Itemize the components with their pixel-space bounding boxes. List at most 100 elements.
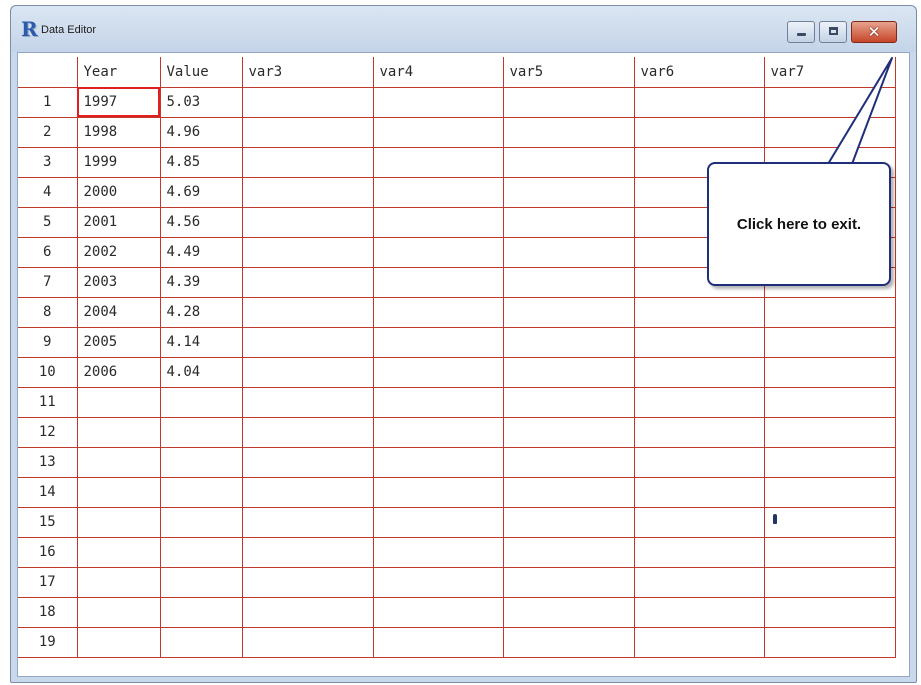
row-number[interactable]: 3: [18, 146, 78, 178]
grid-cell[interactable]: [763, 176, 896, 208]
grid-cell[interactable]: [76, 416, 161, 448]
grid-cell[interactable]: [241, 176, 374, 208]
grid-cell[interactable]: [372, 566, 504, 598]
grid-cell[interactable]: [502, 506, 635, 538]
grid-cell[interactable]: 4.14: [159, 326, 243, 358]
grid-cell[interactable]: [241, 506, 374, 538]
maximize-button[interactable]: [819, 21, 847, 43]
grid-cell[interactable]: [372, 506, 504, 538]
grid-cell[interactable]: [763, 356, 896, 388]
grid-cell[interactable]: [241, 416, 374, 448]
column-header[interactable]: var4: [373, 57, 504, 88]
grid-cell[interactable]: [502, 566, 635, 598]
grid-cell[interactable]: [763, 596, 896, 628]
grid-cell[interactable]: 4.04: [159, 356, 243, 388]
grid-cell[interactable]: [633, 476, 765, 508]
row-number[interactable]: 15: [18, 506, 78, 538]
row-number[interactable]: 1: [18, 86, 78, 118]
grid-cell[interactable]: [159, 386, 243, 418]
grid-cell[interactable]: 4.39: [159, 266, 243, 298]
column-header[interactable]: Value: [160, 57, 243, 88]
grid-cell[interactable]: [76, 566, 161, 598]
grid-cell[interactable]: [633, 356, 765, 388]
row-number[interactable]: 7: [18, 266, 78, 298]
row-number[interactable]: 2: [18, 116, 78, 148]
grid-cell[interactable]: 1997: [76, 86, 161, 118]
grid-cell[interactable]: 4.28: [159, 296, 243, 328]
grid-cell[interactable]: [372, 116, 504, 148]
grid-cell[interactable]: 4.49: [159, 236, 243, 268]
grid-cell[interactable]: [241, 266, 374, 298]
grid-cell[interactable]: [241, 446, 374, 478]
grid-cell[interactable]: 2003: [76, 266, 161, 298]
grid-cell[interactable]: [633, 416, 765, 448]
grid-cell[interactable]: [502, 386, 635, 418]
grid-cell[interactable]: 4.96: [159, 116, 243, 148]
grid-cell[interactable]: [633, 566, 765, 598]
grid-cell[interactable]: [633, 146, 765, 178]
grid-cell[interactable]: [241, 356, 374, 388]
row-number[interactable]: 11: [18, 386, 78, 418]
grid-cell[interactable]: [241, 566, 374, 598]
grid-cell[interactable]: [502, 536, 635, 568]
grid-cell[interactable]: [502, 476, 635, 508]
grid-cell[interactable]: [763, 506, 896, 538]
close-button[interactable]: ✕: [851, 21, 897, 43]
grid-cell[interactable]: [763, 536, 896, 568]
grid-cell[interactable]: 4.56: [159, 206, 243, 238]
row-number[interactable]: 10: [18, 356, 78, 388]
grid-cell[interactable]: 2000: [76, 176, 161, 208]
grid-cell[interactable]: [241, 206, 374, 238]
grid-cell[interactable]: [159, 416, 243, 448]
grid-cell[interactable]: 4.69: [159, 176, 243, 208]
grid-cell[interactable]: 1998: [76, 116, 161, 148]
grid-cell[interactable]: [241, 236, 374, 268]
column-header[interactable]: var5: [503, 57, 635, 88]
grid-cell[interactable]: [633, 446, 765, 478]
column-header[interactable]: var7: [764, 57, 896, 88]
grid-cell[interactable]: [372, 386, 504, 418]
row-number[interactable]: 4: [18, 176, 78, 208]
grid-cell[interactable]: [372, 296, 504, 328]
grid-cell[interactable]: [502, 296, 635, 328]
grid-cell[interactable]: [633, 296, 765, 328]
grid-cell[interactable]: [502, 176, 635, 208]
column-header[interactable]: Year: [77, 57, 161, 88]
grid-cell[interactable]: [372, 86, 504, 118]
row-number[interactable]: 5: [18, 206, 78, 238]
minimize-button[interactable]: [787, 21, 815, 43]
grid-cell[interactable]: [502, 446, 635, 478]
grid-cell[interactable]: [241, 476, 374, 508]
grid-cell[interactable]: [76, 446, 161, 478]
grid-cell[interactable]: [763, 266, 896, 298]
grid-cell[interactable]: 4.85: [159, 146, 243, 178]
grid-cell[interactable]: [76, 476, 161, 508]
grid-cell[interactable]: [76, 386, 161, 418]
grid-cell[interactable]: [633, 116, 765, 148]
grid-cell[interactable]: [372, 596, 504, 628]
grid-cell[interactable]: [763, 326, 896, 358]
grid-cell[interactable]: [633, 206, 765, 238]
grid-cell[interactable]: [372, 176, 504, 208]
grid-cell[interactable]: [372, 266, 504, 298]
grid-cell[interactable]: [763, 416, 896, 448]
column-header[interactable]: var6: [634, 57, 765, 88]
grid-cell[interactable]: [502, 146, 635, 178]
grid-cell[interactable]: [372, 536, 504, 568]
grid-cell[interactable]: [502, 356, 635, 388]
grid-cell[interactable]: [763, 566, 896, 598]
grid-cell[interactable]: [763, 386, 896, 418]
row-number[interactable]: 17: [18, 566, 78, 598]
grid-cell[interactable]: [763, 446, 896, 478]
grid-cell[interactable]: 2001: [76, 206, 161, 238]
grid-cell[interactable]: [763, 146, 896, 178]
grid-cell[interactable]: [76, 506, 161, 538]
grid-cell[interactable]: [633, 386, 765, 418]
grid-cell[interactable]: [763, 116, 896, 148]
grid-cell[interactable]: [372, 446, 504, 478]
row-number[interactable]: 18: [18, 596, 78, 628]
grid-cell[interactable]: [76, 596, 161, 628]
grid-cell[interactable]: [502, 86, 635, 118]
grid-cell[interactable]: [76, 536, 161, 568]
grid-cell[interactable]: [372, 206, 504, 238]
